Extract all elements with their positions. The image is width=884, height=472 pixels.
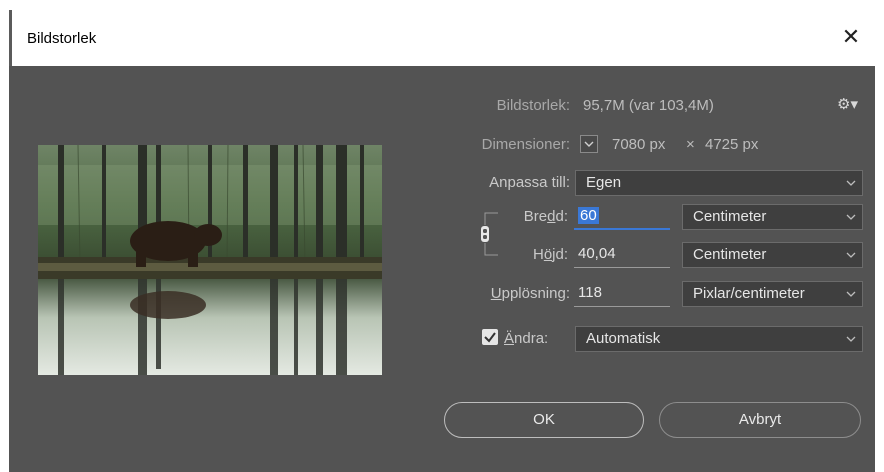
chain-link-icon [481, 212, 498, 256]
height-unit-value: Centimeter [693, 246, 767, 263]
image-size-value: 95,7M (var 103,4M) [583, 97, 714, 114]
checkmark-icon [484, 332, 496, 343]
width-unit-select[interactable]: Centimeter [682, 204, 863, 230]
width-value: 60 [578, 207, 599, 224]
resample-select[interactable]: Automatisk [575, 326, 863, 352]
dimensions-times: × [686, 136, 695, 153]
height-unit-select[interactable]: Centimeter [682, 242, 863, 268]
ok-button[interactable]: OK [444, 402, 644, 438]
dimensions-label: Dimensioner: [481, 136, 570, 153]
constrain-proportions-link[interactable] [480, 211, 502, 257]
resample-label: Ändra: [504, 330, 549, 347]
chevron-down-icon [846, 214, 856, 220]
resolution-unit-select[interactable]: Pixlar/centimeter [682, 281, 863, 307]
width-label: Bredd: [523, 208, 568, 225]
image-size-label: Bildstorlek: [496, 97, 570, 114]
height-value: 40,04 [578, 245, 616, 262]
chevron-down-icon [846, 180, 856, 186]
fit-to-select[interactable]: Egen [575, 170, 863, 196]
image-size-dialog: Bildstorlek ✕ Bildstorlek: 95,7M (var 10… [9, 10, 875, 472]
resample-value: Automatisk [586, 330, 661, 347]
close-icon[interactable]: ✕ [837, 23, 865, 51]
title-bar: Bildstorlek ✕ [9, 10, 875, 66]
gear-icon[interactable]: ⚙▾ [837, 95, 858, 113]
chevron-down-icon [846, 291, 856, 297]
width-input[interactable]: 60 [574, 204, 670, 230]
resolution-unit-value: Pixlar/centimeter [693, 285, 805, 302]
chevron-down-icon [846, 336, 856, 342]
dimensions-dropdown-button[interactable] [580, 135, 598, 153]
height-input[interactable]: 40,04 [574, 242, 670, 268]
chevron-down-icon [846, 252, 856, 258]
fit-to-value: Egen [586, 174, 622, 191]
dialog-title: Bildstorlek [27, 30, 97, 47]
fit-to-label: Anpassa till: [489, 174, 570, 191]
cancel-button[interactable]: Avbryt [659, 402, 861, 438]
resolution-label: Upplösning: [490, 285, 570, 302]
resolution-value: 118 [578, 284, 602, 301]
resample-checkbox[interactable] [482, 329, 498, 345]
dimensions-width-px: 7080 px [612, 136, 666, 153]
image-preview[interactable] [38, 145, 382, 375]
width-unit-value: Centimeter [693, 208, 767, 225]
dialog-content: Bildstorlek: 95,7M (var 103,4M) ⚙▾ Dimen… [12, 66, 875, 472]
dimensions-height-px: 4725 px [705, 136, 759, 153]
chevron-down-icon [584, 141, 594, 147]
height-label: Höjd: [532, 246, 568, 263]
resolution-input[interactable]: 118 [574, 281, 670, 307]
bear-photo [38, 145, 382, 375]
